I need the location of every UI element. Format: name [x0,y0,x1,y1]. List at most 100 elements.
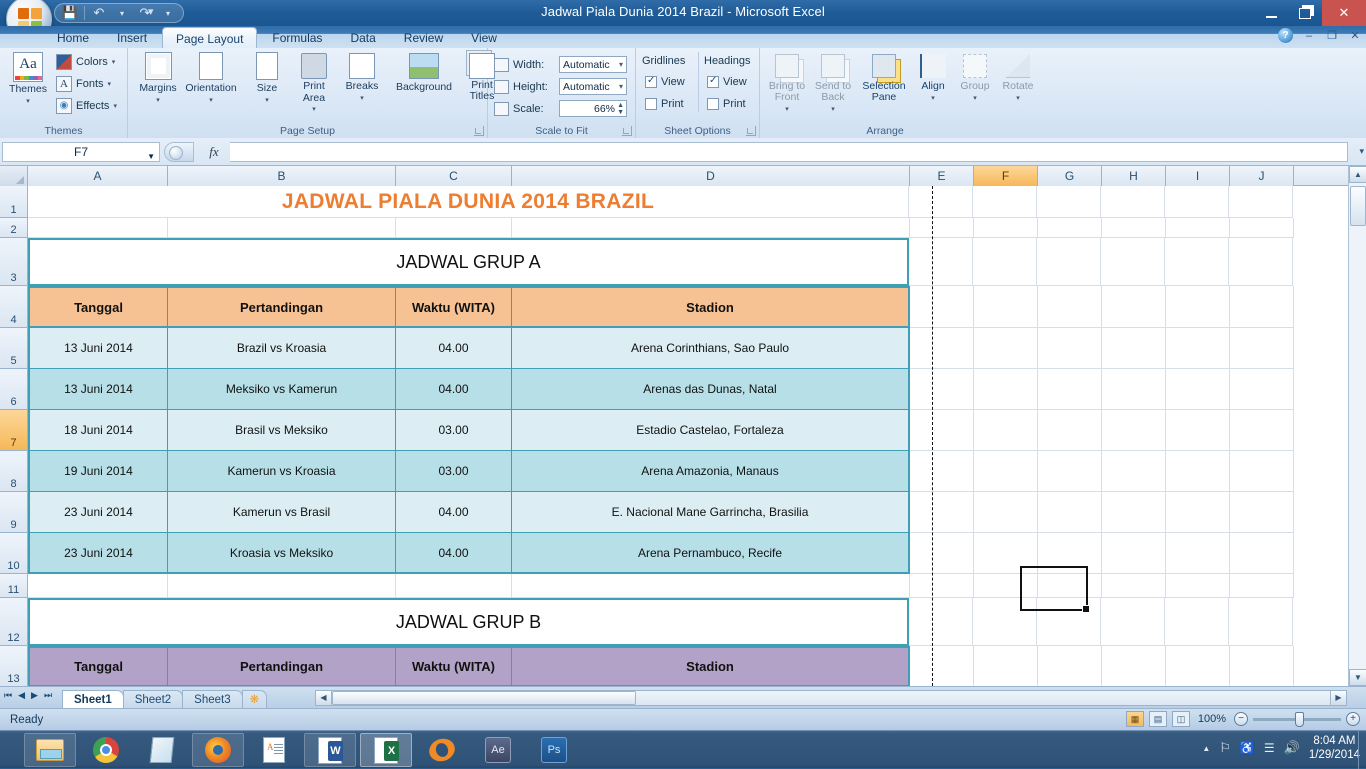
taskbar-item-mozilla-firefox[interactable] [192,733,244,767]
cell[interactable]: Arena Corinthians, Sao Paulo [512,328,910,369]
taskbar-item-photoshop[interactable]: Ps [528,733,580,767]
taskbar-item-opera[interactable] [416,733,468,767]
empty-cell[interactable] [1166,286,1230,328]
horizontal-scrollbar[interactable]: ◀ ▶ [315,690,1347,706]
empty-cell[interactable] [1102,533,1166,574]
empty-cell[interactable] [1038,646,1102,686]
table-header-cell[interactable]: Pertandingan [168,646,396,686]
table-row[interactable]: 13 Juni 2014 Brazil vs Kroasia 04.00 Arena … [28,328,1348,369]
empty-cell[interactable] [910,533,974,574]
cell[interactable]: 04.00 [396,492,512,533]
column-header-E[interactable]: E [910,166,974,186]
cell[interactable]: 18 Juni 2014 [28,410,168,451]
ribbon-tab-home[interactable]: Home [44,27,102,48]
ribbon-tab-data[interactable]: Data [337,27,388,48]
empty-cell[interactable] [1230,369,1294,410]
empty-cell[interactable] [1230,328,1294,369]
empty-cell[interactable] [1230,533,1294,574]
empty-cell[interactable] [28,218,168,238]
send-to-back-caret-icon[interactable]: ▾ [831,106,835,113]
margins-button[interactable]: Margins ▾ [132,50,184,106]
show-hidden-icons-icon[interactable]: ▲ [1202,744,1210,753]
cell[interactable]: 13 Juni 2014 [28,328,168,369]
empty-cell[interactable] [1101,598,1165,646]
align-caret-icon[interactable]: ▾ [912,93,954,105]
table-header-cell[interactable]: Pertandingan [168,286,396,328]
empty-cell[interactable] [1230,286,1294,328]
align-button[interactable]: Align ▾ [912,50,954,104]
first-sheet-icon[interactable]: ⏮ [4,690,12,701]
taskbar-item-google-chrome[interactable] [80,733,132,767]
empty-cell[interactable] [168,218,396,238]
colors-caret-icon[interactable]: ▾ [112,58,116,66]
gridlines-view-checkbox[interactable]: View [645,75,685,88]
ribbon-tab-view[interactable]: View [458,27,510,48]
column-header-B[interactable]: B [168,166,396,186]
sheet-tab-sheet3[interactable]: Sheet3 [182,690,243,709]
row-header-4[interactable]: 4 [0,286,28,328]
sheet-tab-sheet1[interactable]: Sheet1 [62,690,124,709]
column-header-I[interactable]: I [1166,166,1230,186]
empty-cell[interactable] [910,218,974,238]
row-header-13[interactable]: 13 [0,646,28,686]
theme-effects-button[interactable]: ◉ Effects ▾ [56,98,117,114]
empty-cell[interactable] [1166,328,1230,369]
empty-cell[interactable] [1102,286,1166,328]
row-header-1[interactable]: 1 [0,186,28,218]
empty-cell[interactable] [1102,574,1166,598]
table-row[interactable]: 19 Juni 2014 Kamerun vs Kroasia 03.00 Arena… [28,451,1348,492]
empty-cell[interactable] [973,238,1037,286]
empty-cell[interactable] [974,369,1038,410]
table-header-cell[interactable]: Tanggal [28,286,168,328]
ribbon-tab-insert[interactable]: Insert [104,27,160,48]
scroll-down-button[interactable]: ▼ [1349,669,1366,686]
empty-cell[interactable] [910,410,974,451]
size-button[interactable]: Size ▾ [246,50,288,106]
quick-access-toolbar[interactable]: 💾 ↶ ▾ ↷ ▾ [54,3,184,23]
cell[interactable]: Meksiko vs Kamerun [168,369,396,410]
empty-cell[interactable] [512,218,910,238]
cell[interactable]: Brasil vs Meksiko [168,410,396,451]
selection-pane-button[interactable]: Selection Pane [858,50,910,103]
rotate-button[interactable]: Rotate ▾ [996,50,1040,104]
row-header-3[interactable]: 3 [0,238,28,286]
save-icon[interactable]: 💾 [61,5,79,22]
scale-to-fit-dialog-launcher[interactable] [622,126,632,136]
battery-icon[interactable]: ♿ [1240,741,1255,755]
empty-cell[interactable] [910,286,974,328]
empty-cell[interactable] [1230,218,1294,238]
cell[interactable]: JADWAL GRUP B [28,598,909,646]
column-header-D[interactable]: D [512,166,910,186]
empty-cell[interactable] [1166,646,1230,686]
orientation-button[interactable]: Orientation ▾ [185,50,237,106]
select-all-corner[interactable] [0,166,28,186]
cell[interactable]: 23 Juni 2014 [28,492,168,533]
active-cell-selection[interactable] [1020,566,1090,613]
undo-dropdown-icon[interactable]: ▾ [113,5,131,22]
zoom-slider-track[interactable] [1253,711,1341,727]
empty-cell[interactable] [1037,186,1101,218]
taskbar-item-after-effects[interactable]: Ae [472,733,524,767]
prev-sheet-icon[interactable]: ◀ [18,690,25,701]
customize-qat-icon[interactable]: ▾ [148,5,154,18]
table-row[interactable]: Tanggal Pertandingan Waktu (WITA) Stadion [28,646,1348,686]
row-header-7[interactable]: 7 [0,410,28,451]
page-break-view-button[interactable]: ◫ [1172,711,1190,727]
bring-to-front-button[interactable]: Bring to Front ▾ [764,50,810,116]
cell[interactable]: 19 Juni 2014 [28,451,168,492]
row-header-2[interactable]: 2 [0,218,28,238]
cell[interactable]: 04.00 [396,533,512,574]
empty-cell[interactable] [909,186,973,218]
close-button[interactable] [1322,0,1366,26]
empty-cell[interactable] [909,598,973,646]
fonts-caret-icon[interactable]: ▾ [108,80,112,88]
undo-icon[interactable]: ↶ [90,5,108,22]
empty-cell[interactable] [974,451,1038,492]
cell[interactable]: 03.00 [396,451,512,492]
empty-cell[interactable] [1038,492,1102,533]
zoom-slider-thumb[interactable] [1295,711,1304,727]
margins-caret-icon[interactable]: ▾ [132,95,184,107]
spreadsheet-grid[interactable]: ABCDEFGHIJ 1234567891011121314 JADWAL PI… [0,166,1366,686]
ribbon-tab-formulas[interactable]: Formulas [259,27,335,48]
table-row[interactable] [28,574,1348,598]
